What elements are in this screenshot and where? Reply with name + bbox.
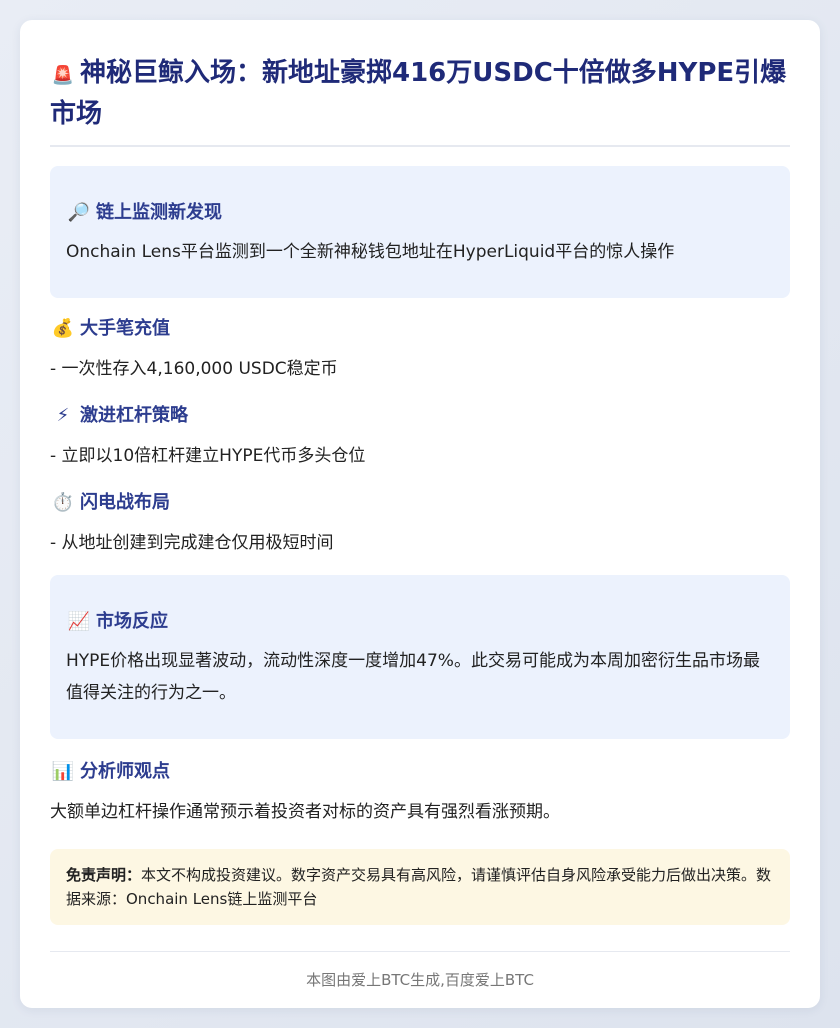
chart-up-icon: 📈 <box>67 611 91 632</box>
magnifier-icon: 🔎 <box>67 202 91 223</box>
section-body: - 立即以10倍杠杆建立HYPE代币多头仓位 <box>50 446 366 466</box>
section-leverage: ⚡ 激进杠杆策略 - 立即以10倍杠杆建立HYPE代币多头仓位 <box>50 403 790 469</box>
page-title: 🚨 神秘巨鲸入场：新地址豪掷416万USDC十倍做多HYPE引爆市场 <box>50 20 790 133</box>
disclaimer-box: 免责声明：本文不构成投资建议。数字资产交易具有高风险，请谨慎评估自身风险承受能力… <box>50 849 790 925</box>
page-title-text: 神秘巨鲸入场：新地址豪掷416万USDC十倍做多HYPE引爆市场 <box>50 58 787 129</box>
analyst-heading-text: 分析师观点 <box>80 761 170 782</box>
disclaimer-label: 免责声明： <box>66 866 142 884</box>
section-deposit: 💰 大手笔充值 - 一次性存入4,160,000 USDC稳定币 <box>50 316 790 382</box>
title-divider <box>50 145 790 147</box>
section-heading-text: 大手笔充值 <box>80 318 170 339</box>
market-heading-text: 市场反应 <box>96 611 168 632</box>
section-heading: ⚡ 激进杠杆策略 <box>50 403 790 429</box>
discovery-heading-text: 链上监测新发现 <box>96 202 222 223</box>
section-heading-text: 闪电战布局 <box>80 492 170 513</box>
siren-icon: 🚨 <box>51 65 75 86</box>
section-blitz: ⏱️ 闪电战布局 - 从地址创建到完成建仓仅用极短时间 <box>50 490 790 556</box>
article-card: 🚨 神秘巨鲸入场：新地址豪掷416万USDC十倍做多HYPE引爆市场 🔎 链上监测新… <box>20 20 820 1008</box>
lightning-icon: ⚡ <box>56 405 70 426</box>
section-body: - 从地址创建到完成建仓仅用极短时间 <box>50 533 334 553</box>
footer-text: 本图由爱上BTC生成,百度爱上BTC <box>306 971 534 989</box>
bar-chart-icon: 📊 <box>51 761 75 782</box>
section-heading: 💰 大手笔充值 <box>50 316 790 342</box>
discovery-box: 🔎 链上监测新发现 Onchain Lens平台监测到一个全新神秘钱包地址在Hyp… <box>50 166 790 298</box>
section-heading: ⏱️ 闪电战布局 <box>50 490 790 516</box>
stopwatch-icon: ⏱️ <box>51 492 75 513</box>
money-bag-icon: 💰 <box>51 318 75 339</box>
section-heading-text: 激进杠杆策略 <box>80 405 188 426</box>
analyst-body: 大额单边杠杆操作通常预示着投资者对标的资产具有强烈看涨预期。 <box>50 802 560 822</box>
discovery-heading: 🔎 链上监测新发现 <box>66 200 774 226</box>
market-body: HYPE价格出现显著波动，流动性深度一度增加47%。此交易可能成为本周加密衍生品… <box>66 651 760 703</box>
section-body: - 一次性存入4,160,000 USDC稳定币 <box>50 359 338 379</box>
analyst-heading: 📊 分析师观点 <box>50 759 790 785</box>
section-analyst: 📊 分析师观点 大额单边杠杆操作通常预示着投资者对标的资产具有强烈看涨预期。 <box>50 759 790 825</box>
disclaimer-text: 本文不构成投资建议。数字资产交易具有高风险，请谨慎评估自身风险承受能力后做出决策… <box>66 866 772 908</box>
discovery-body: Onchain Lens平台监测到一个全新神秘钱包地址在HyperLiquid平… <box>66 242 675 262</box>
footer-divider <box>50 951 790 952</box>
market-heading: 📈 市场反应 <box>66 609 774 635</box>
market-box: 📈 市场反应 HYPE价格出现显著波动，流动性深度一度增加47%。此交易可能成为本… <box>50 575 790 739</box>
